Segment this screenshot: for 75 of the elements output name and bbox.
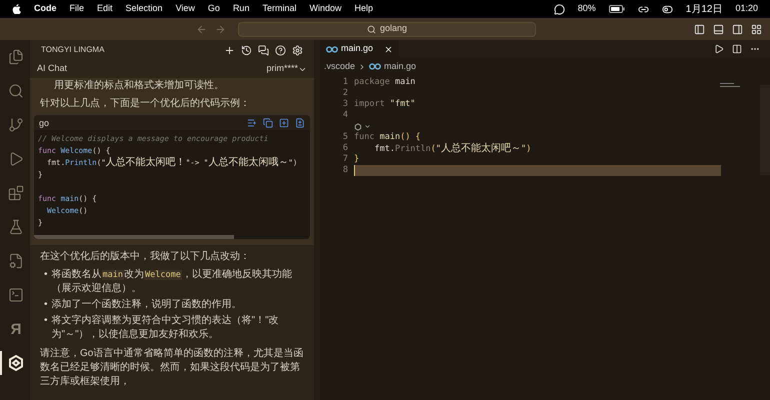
menu-item[interactable]: File	[70, 2, 84, 16]
copy-icon[interactable]	[263, 118, 273, 128]
close-icon[interactable]	[384, 44, 394, 54]
history-icon[interactable]	[241, 44, 252, 56]
bullet-marker: •	[44, 268, 48, 282]
control-center-icon[interactable]	[662, 4, 673, 14]
code-line: }	[354, 154, 360, 165]
menu-item[interactable]: Terminal	[262, 2, 296, 16]
go-file-icon	[326, 46, 338, 52]
menu-item[interactable]: View	[176, 2, 195, 16]
panel-title: TONGYI LINGMA	[41, 44, 106, 56]
chat-app-icon[interactable]	[554, 4, 565, 14]
message-text: 针对以上几点，下面是一个优化后的代码示例：	[40, 97, 251, 111]
message-text: 请注意，Go语言中通常省略简单的函数的注释，尤其是当函数名已经足够清晰的时候。然而，如果这段代码是为了被第三方库或框架使用，	[40, 347, 304, 389]
run-icon[interactable]	[714, 44, 724, 54]
help-icon[interactable]	[275, 44, 286, 56]
panel-left-icon[interactable]	[694, 24, 705, 34]
line-number: 8	[342, 165, 348, 175]
message-text: 用更标准的标点和格式来增加可读性。	[53, 79, 225, 93]
menu-item[interactable]: Window	[309, 2, 342, 16]
breadcrumb-item[interactable]: .vscode	[324, 60, 356, 74]
line-number: 2	[342, 88, 348, 98]
menu-item[interactable]: Selection	[126, 2, 163, 16]
go-file-icon	[369, 63, 382, 70]
code-line: package main	[354, 77, 416, 88]
split-editor-icon[interactable]	[732, 44, 742, 54]
diff-icon[interactable]	[295, 118, 305, 128]
search-icon	[366, 24, 376, 34]
menu-time: 01:20	[735, 2, 758, 16]
minimap-drawing	[720, 83, 740, 89]
panel-bottom-icon[interactable]	[713, 24, 724, 34]
layout-icon[interactable]	[751, 24, 762, 34]
menu-item[interactable]: Go	[208, 2, 220, 16]
line-number: 3	[342, 99, 348, 109]
dropdown-icon[interactable]	[364, 123, 371, 130]
lingma-icon[interactable]	[354, 122, 362, 130]
user-name[interactable]: prim****	[266, 62, 298, 76]
chat-icon[interactable]	[258, 44, 269, 56]
menu-date: 1月12日	[686, 2, 722, 16]
insert-icon[interactable]	[247, 118, 257, 128]
bullet-text: 添加了一个函数注释，说明了函数的作用。	[52, 298, 242, 312]
forward-arrow-icon[interactable]	[215, 24, 226, 34]
horizontal-scrollbar[interactable]	[34, 235, 234, 239]
menu-item[interactable]: Run	[232, 2, 250, 16]
line-number: 1	[342, 77, 348, 87]
breadcrumb-item[interactable]: main.go	[384, 60, 416, 74]
apple-logo-icon[interactable]	[12, 4, 21, 14]
menu-item[interactable]: Help	[354, 2, 373, 16]
code-line: fmt.Println("人总不能太闲吧～")	[373, 143, 532, 154]
code-line: import "fmt"	[354, 99, 416, 110]
panel-right-icon[interactable]	[732, 24, 743, 34]
line-number: 5	[342, 132, 348, 142]
line-number: 7	[342, 154, 348, 164]
glyph-activity-icon[interactable]: Я	[0, 317, 30, 341]
add-icon[interactable]	[224, 44, 235, 56]
bullet-marker: •	[44, 314, 48, 328]
menu-item[interactable]: Edit	[97, 2, 113, 16]
code-line: func main() {	[354, 132, 421, 143]
message-text: 在这个优化后的版本中，我做了以下几点改动：	[40, 250, 251, 264]
bullet-text: 将文字内容调整为更符合中文习惯的表达（将"！"改为"～"），以使信息更加友好和欢乐。	[52, 314, 280, 342]
line-number: 6	[342, 143, 348, 153]
command-search-field[interactable]: golang	[238, 22, 536, 36]
new-file-icon[interactable]	[279, 118, 289, 128]
battery-percent: 80%	[578, 2, 596, 16]
code-language: go	[39, 116, 50, 130]
editor-tab[interactable]: main.go	[320, 40, 400, 58]
settings-icon[interactable]	[292, 44, 303, 56]
bullet-marker: •	[44, 298, 48, 312]
chat-tab[interactable]: AI Chat	[37, 62, 266, 76]
app-name[interactable]: Code	[34, 2, 56, 16]
battery-icon[interactable]	[608, 5, 625, 13]
back-arrow-icon[interactable]	[196, 24, 207, 34]
search-text: golang	[380, 22, 408, 36]
line-number: 4	[342, 110, 348, 120]
bullet-text: 将函数名从 main 改为 Welcome，以更准确地反映其功能（展示欢迎信息）。	[52, 268, 293, 296]
